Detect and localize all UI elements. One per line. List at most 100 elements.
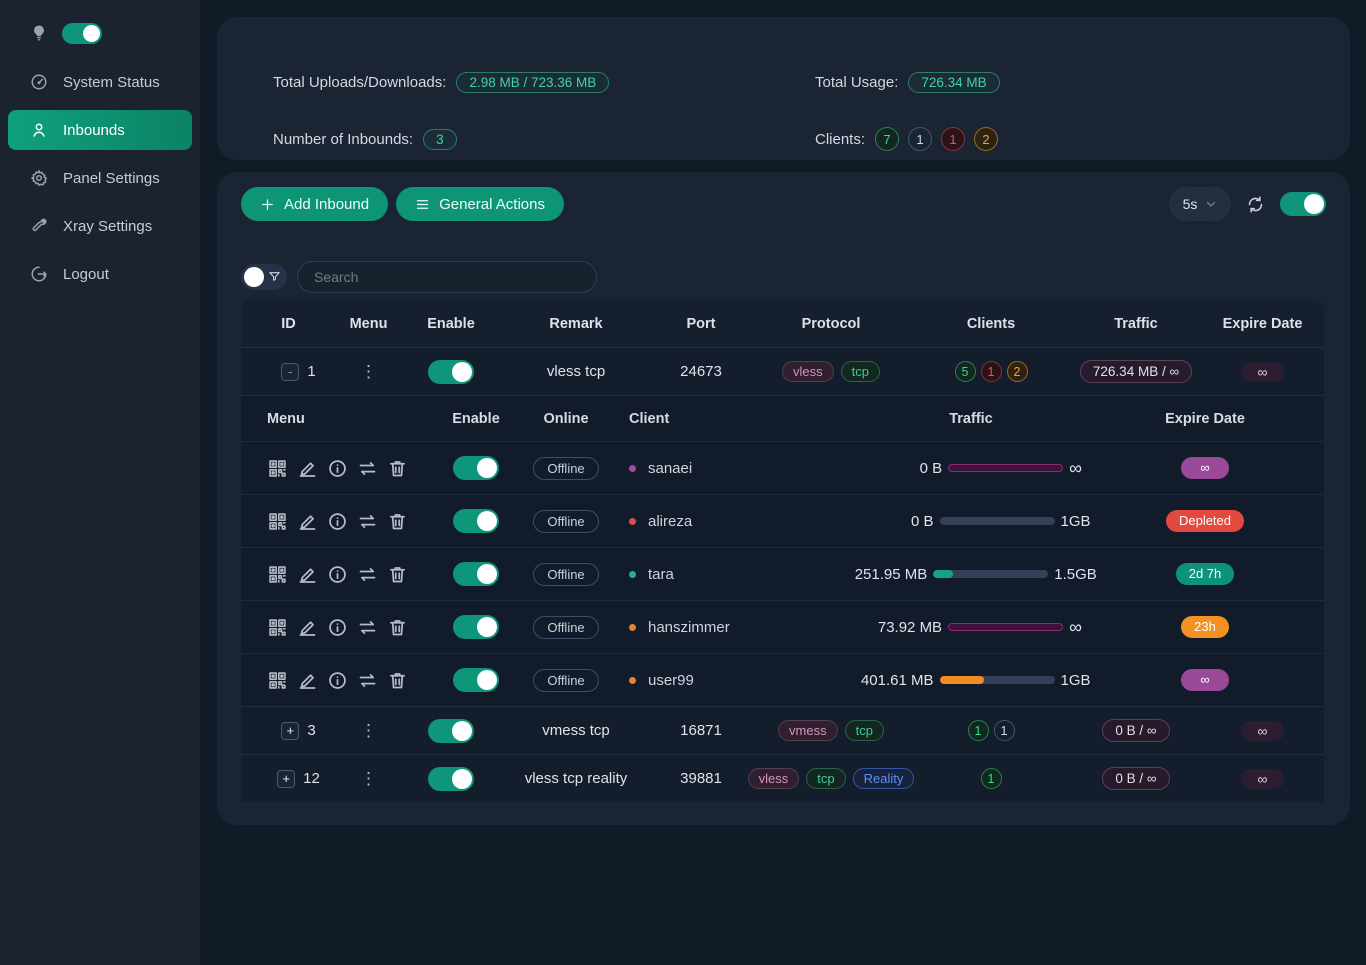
client-expire-badge: 23h [1181,616,1229,638]
traffic-cell-main: 0 B / ∞ [1071,767,1201,790]
client-enable-toggle[interactable] [453,615,499,639]
client-enable-cell [431,615,521,639]
sidebar-item-system-status[interactable]: System Status [0,58,200,106]
client-enable-toggle-knob [477,511,497,531]
column-header-port: Port [651,316,751,332]
traffic-progress-bar [933,570,1048,578]
protocol-tag-vless: vless [782,361,834,382]
clients-cell: 512 [911,361,1071,382]
remark-cell: vmess tcp [501,722,651,739]
refresh-interval-select[interactable]: 5s [1169,187,1231,221]
client-count-badge: 2 [974,127,998,151]
sidebar-item-xray-settings[interactable]: Xray Settings [0,202,200,250]
reset-traffic-icon[interactable] [357,670,378,691]
reset-traffic-icon[interactable] [357,564,378,585]
collapse-row-button[interactable]: - [281,363,299,381]
enable-cell [401,360,501,384]
general-actions-button[interactable]: General Actions [396,187,564,221]
row-menu-button[interactable]: ⋮ [360,721,377,741]
client-enable-toggle[interactable] [453,509,499,533]
qrcode-icon[interactable] [267,670,288,691]
expand-row-button[interactable]: + [277,770,295,788]
delete-icon[interactable] [387,670,408,691]
edit-icon[interactable] [297,564,318,585]
qrcode-icon[interactable] [267,617,288,638]
client-enable-toggle[interactable] [453,456,499,480]
chevron-down-icon [1205,198,1217,210]
protocol-tag-vmess: vmess [778,720,838,741]
client-expire-badge: Depleted [1166,510,1244,532]
delete-icon[interactable] [387,511,408,532]
row-menu-button[interactable]: ⋮ [360,769,377,789]
qrcode-icon[interactable] [267,564,288,585]
client-name: user99 [648,672,694,689]
client-enable-toggle[interactable] [453,668,499,692]
menu-cell: ⋮ [336,721,401,741]
reset-traffic-icon[interactable] [357,617,378,638]
delete-icon[interactable] [387,458,408,479]
add-inbound-button[interactable]: Add Inbound [241,187,388,221]
stat-value-badge: 3 [423,129,457,150]
search-input[interactable] [297,261,597,293]
funnel-icon [268,270,281,283]
refresh-icon[interactable] [1246,195,1265,214]
qrcode-icon[interactable] [267,458,288,479]
sidebar-item-label: Inbounds [63,122,125,139]
delete-icon[interactable] [387,564,408,585]
qrcode-icon[interactable] [267,511,288,532]
edit-icon[interactable] [297,617,318,638]
column-header-enable: Enable [401,316,501,332]
expire-badge: ∞ [1241,769,1285,789]
client-name: sanaei [648,460,692,477]
reset-traffic-icon[interactable] [357,458,378,479]
sidebar-item-logout[interactable]: Logout [0,250,200,298]
traffic-cell-main: 0 B / ∞ [1071,719,1201,742]
inbound-row-12: +12⋮vless tcp reality39881vlesstcpRealit… [241,754,1324,802]
inbound-enable-toggle-knob [452,362,472,382]
auto-refresh-toggle[interactable] [1280,192,1326,216]
remark-cell: vless tcp reality [501,770,651,787]
client-expire-cell: Depleted [1086,510,1324,532]
protocol-tag-tcp: tcp [841,361,880,382]
delete-icon[interactable] [387,617,408,638]
enable-cell [401,767,501,791]
info-icon[interactable] [327,564,348,585]
inbound-enable-toggle[interactable] [428,360,474,384]
sidebar-item-inbounds[interactable]: Inbounds [8,110,192,150]
client-count-badge: 7 [875,127,899,151]
traffic-badge: 0 B / ∞ [1102,719,1169,742]
expire-badge: ∞ [1241,362,1285,382]
client-name-cell: sanaei [611,460,856,477]
inbound-enable-toggle[interactable] [428,719,474,743]
info-icon[interactable] [327,458,348,479]
info-icon[interactable] [327,617,348,638]
online-status-badge: Offline [533,669,598,692]
expand-row-button[interactable]: + [281,722,299,740]
info-icon[interactable] [327,511,348,532]
menu-cell: ⋮ [336,769,401,789]
info-icon[interactable] [327,670,348,691]
id-cell: +3 [241,722,336,740]
search-row [241,261,1326,293]
row-menu-button[interactable]: ⋮ [360,362,377,382]
column-header-id: ID [241,316,336,332]
client-menu-icons [241,458,431,479]
table-header: IDMenuEnableRemarkPortProtocolClientsTra… [241,300,1324,347]
client-enable-toggle[interactable] [453,562,499,586]
traffic-progress-bar [948,464,1063,472]
theme-toggle[interactable] [62,23,102,44]
edit-icon[interactable] [297,458,318,479]
hamburger-icon [415,197,430,212]
protocol-tag-vless: vless [748,768,800,789]
client-online-cell: Offline [521,616,611,639]
stat-label: Total Usage: [815,74,898,91]
sidebar-item-panel-settings[interactable]: Panel Settings [0,154,200,202]
stat-clients: Clients: 7112 [815,127,1350,151]
edit-icon[interactable] [297,670,318,691]
inbound-enable-toggle[interactable] [428,767,474,791]
reset-traffic-icon[interactable] [357,511,378,532]
toolbar: Add Inbound General Actions 5s [241,187,1326,221]
filter-toggle[interactable] [241,264,287,290]
stat-label: Clients: [815,131,865,148]
edit-icon[interactable] [297,511,318,532]
